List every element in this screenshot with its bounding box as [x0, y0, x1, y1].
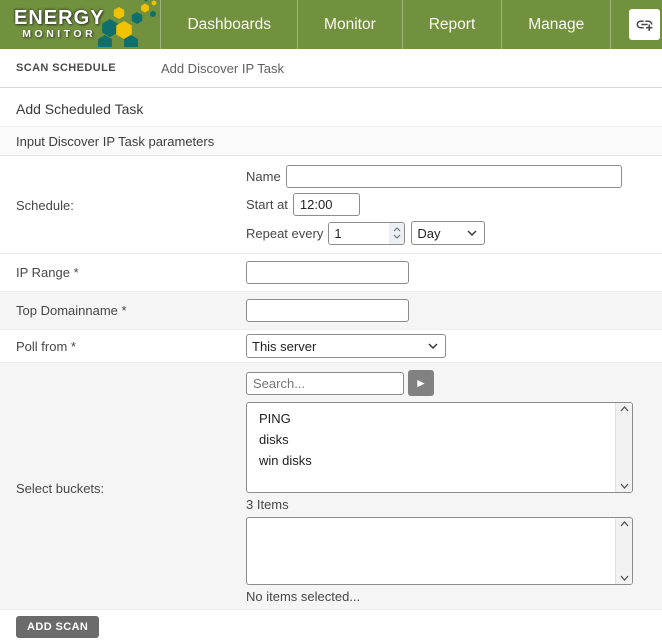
scroll-down-icon[interactable]	[620, 575, 629, 581]
repeat-unit-value: Day	[417, 226, 440, 241]
bucket-option[interactable]: disks	[247, 429, 615, 450]
bucket-option[interactable]: win disks	[247, 450, 615, 471]
ip-range-label: IP Range *	[0, 265, 246, 280]
chevron-down-icon	[467, 230, 477, 236]
repeat-every-label: Repeat every	[246, 226, 323, 241]
poll-from-value: This server	[252, 339, 316, 354]
form-footer: ADD SCAN	[0, 610, 662, 641]
add-link-icon	[635, 15, 654, 34]
repeat-value-input[interactable]	[329, 223, 389, 244]
bucket-search-input[interactable]	[246, 372, 404, 395]
logo-line1: ENERGY	[14, 8, 104, 28]
repeat-unit-select[interactable]: Day	[411, 221, 485, 245]
poll-from-select[interactable]: This server	[246, 334, 446, 358]
name-label: Name	[246, 169, 281, 184]
arrow-right-icon: ►	[415, 376, 427, 390]
no-items-selected-text: No items selected...	[246, 585, 662, 607]
page-title: Add Scheduled Task	[16, 101, 646, 117]
selected-buckets-listbox[interactable]	[246, 517, 633, 585]
stepper-buttons[interactable]	[389, 223, 404, 244]
ip-range-input[interactable]	[246, 261, 409, 284]
start-at-label: Start at	[246, 197, 288, 212]
scroll-up-icon[interactable]	[620, 521, 629, 527]
available-buckets-list: PINGdiskswin disks	[247, 403, 615, 492]
name-input[interactable]	[286, 165, 622, 188]
start-at-input[interactable]	[293, 193, 360, 216]
form-section-header: Input Discover IP Task parameters	[0, 126, 662, 156]
header-actions	[611, 0, 662, 49]
breadcrumb-page: Add Discover IP Task	[161, 61, 284, 76]
add-scan-button[interactable]: ADD SCAN	[16, 616, 99, 638]
available-buckets-listbox[interactable]: PINGdiskswin disks	[246, 402, 633, 493]
breadcrumb-section[interactable]: SCAN SCHEDULE	[16, 62, 116, 74]
chevron-down-icon	[428, 343, 438, 349]
breadcrumb: SCAN SCHEDULE Add Discover IP Task	[0, 49, 662, 88]
top-domainname-input[interactable]	[246, 299, 409, 322]
hexagon-cluster-icon	[98, 0, 160, 47]
nav-item-monitor[interactable]: Monitor	[298, 0, 403, 49]
nav-item-dashboards[interactable]: Dashboards	[161, 0, 298, 49]
scroll-up-icon[interactable]	[620, 406, 629, 412]
items-count: 3 Items	[246, 493, 662, 515]
ip-range-row: IP Range *	[0, 254, 662, 292]
bucket-option[interactable]: PING	[247, 408, 615, 429]
select-buckets-label: Select buckets:	[0, 481, 246, 496]
listbox-scrollbar[interactable]	[615, 518, 632, 584]
logo-text: ENERGY MONITOR	[14, 8, 104, 41]
add-link-button[interactable]	[629, 9, 660, 40]
logo-line2: MONITOR	[22, 28, 96, 41]
nav-item-manage[interactable]: Manage	[502, 0, 611, 49]
top-domainname-row: Top Domainname *	[0, 292, 662, 330]
selected-buckets-list	[247, 518, 615, 584]
scroll-down-icon[interactable]	[620, 483, 629, 489]
chevron-up-icon[interactable]	[393, 227, 401, 232]
app-header: ENERGY MONITOR Dashboards Monitor Report…	[0, 0, 662, 49]
chevron-down-icon[interactable]	[393, 234, 401, 239]
bucket-search-button[interactable]: ►	[408, 370, 434, 396]
main-nav: Dashboards Monitor Report Manage	[161, 0, 662, 49]
repeat-value-stepper	[328, 222, 405, 245]
poll-from-label: Poll from *	[0, 339, 246, 354]
nav-item-report[interactable]: Report	[403, 0, 503, 49]
app-logo[interactable]: ENERGY MONITOR	[0, 0, 161, 49]
select-buckets-row: Select buckets: ► PINGdiskswin disks 3 I…	[0, 363, 662, 610]
poll-from-row: Poll from * This server	[0, 330, 662, 363]
top-domainname-label: Top Domainname *	[0, 303, 246, 318]
schedule-row: Schedule: Name Start at Repeat every Day	[0, 156, 662, 254]
schedule-label: Schedule:	[0, 198, 246, 213]
listbox-scrollbar[interactable]	[615, 403, 632, 492]
